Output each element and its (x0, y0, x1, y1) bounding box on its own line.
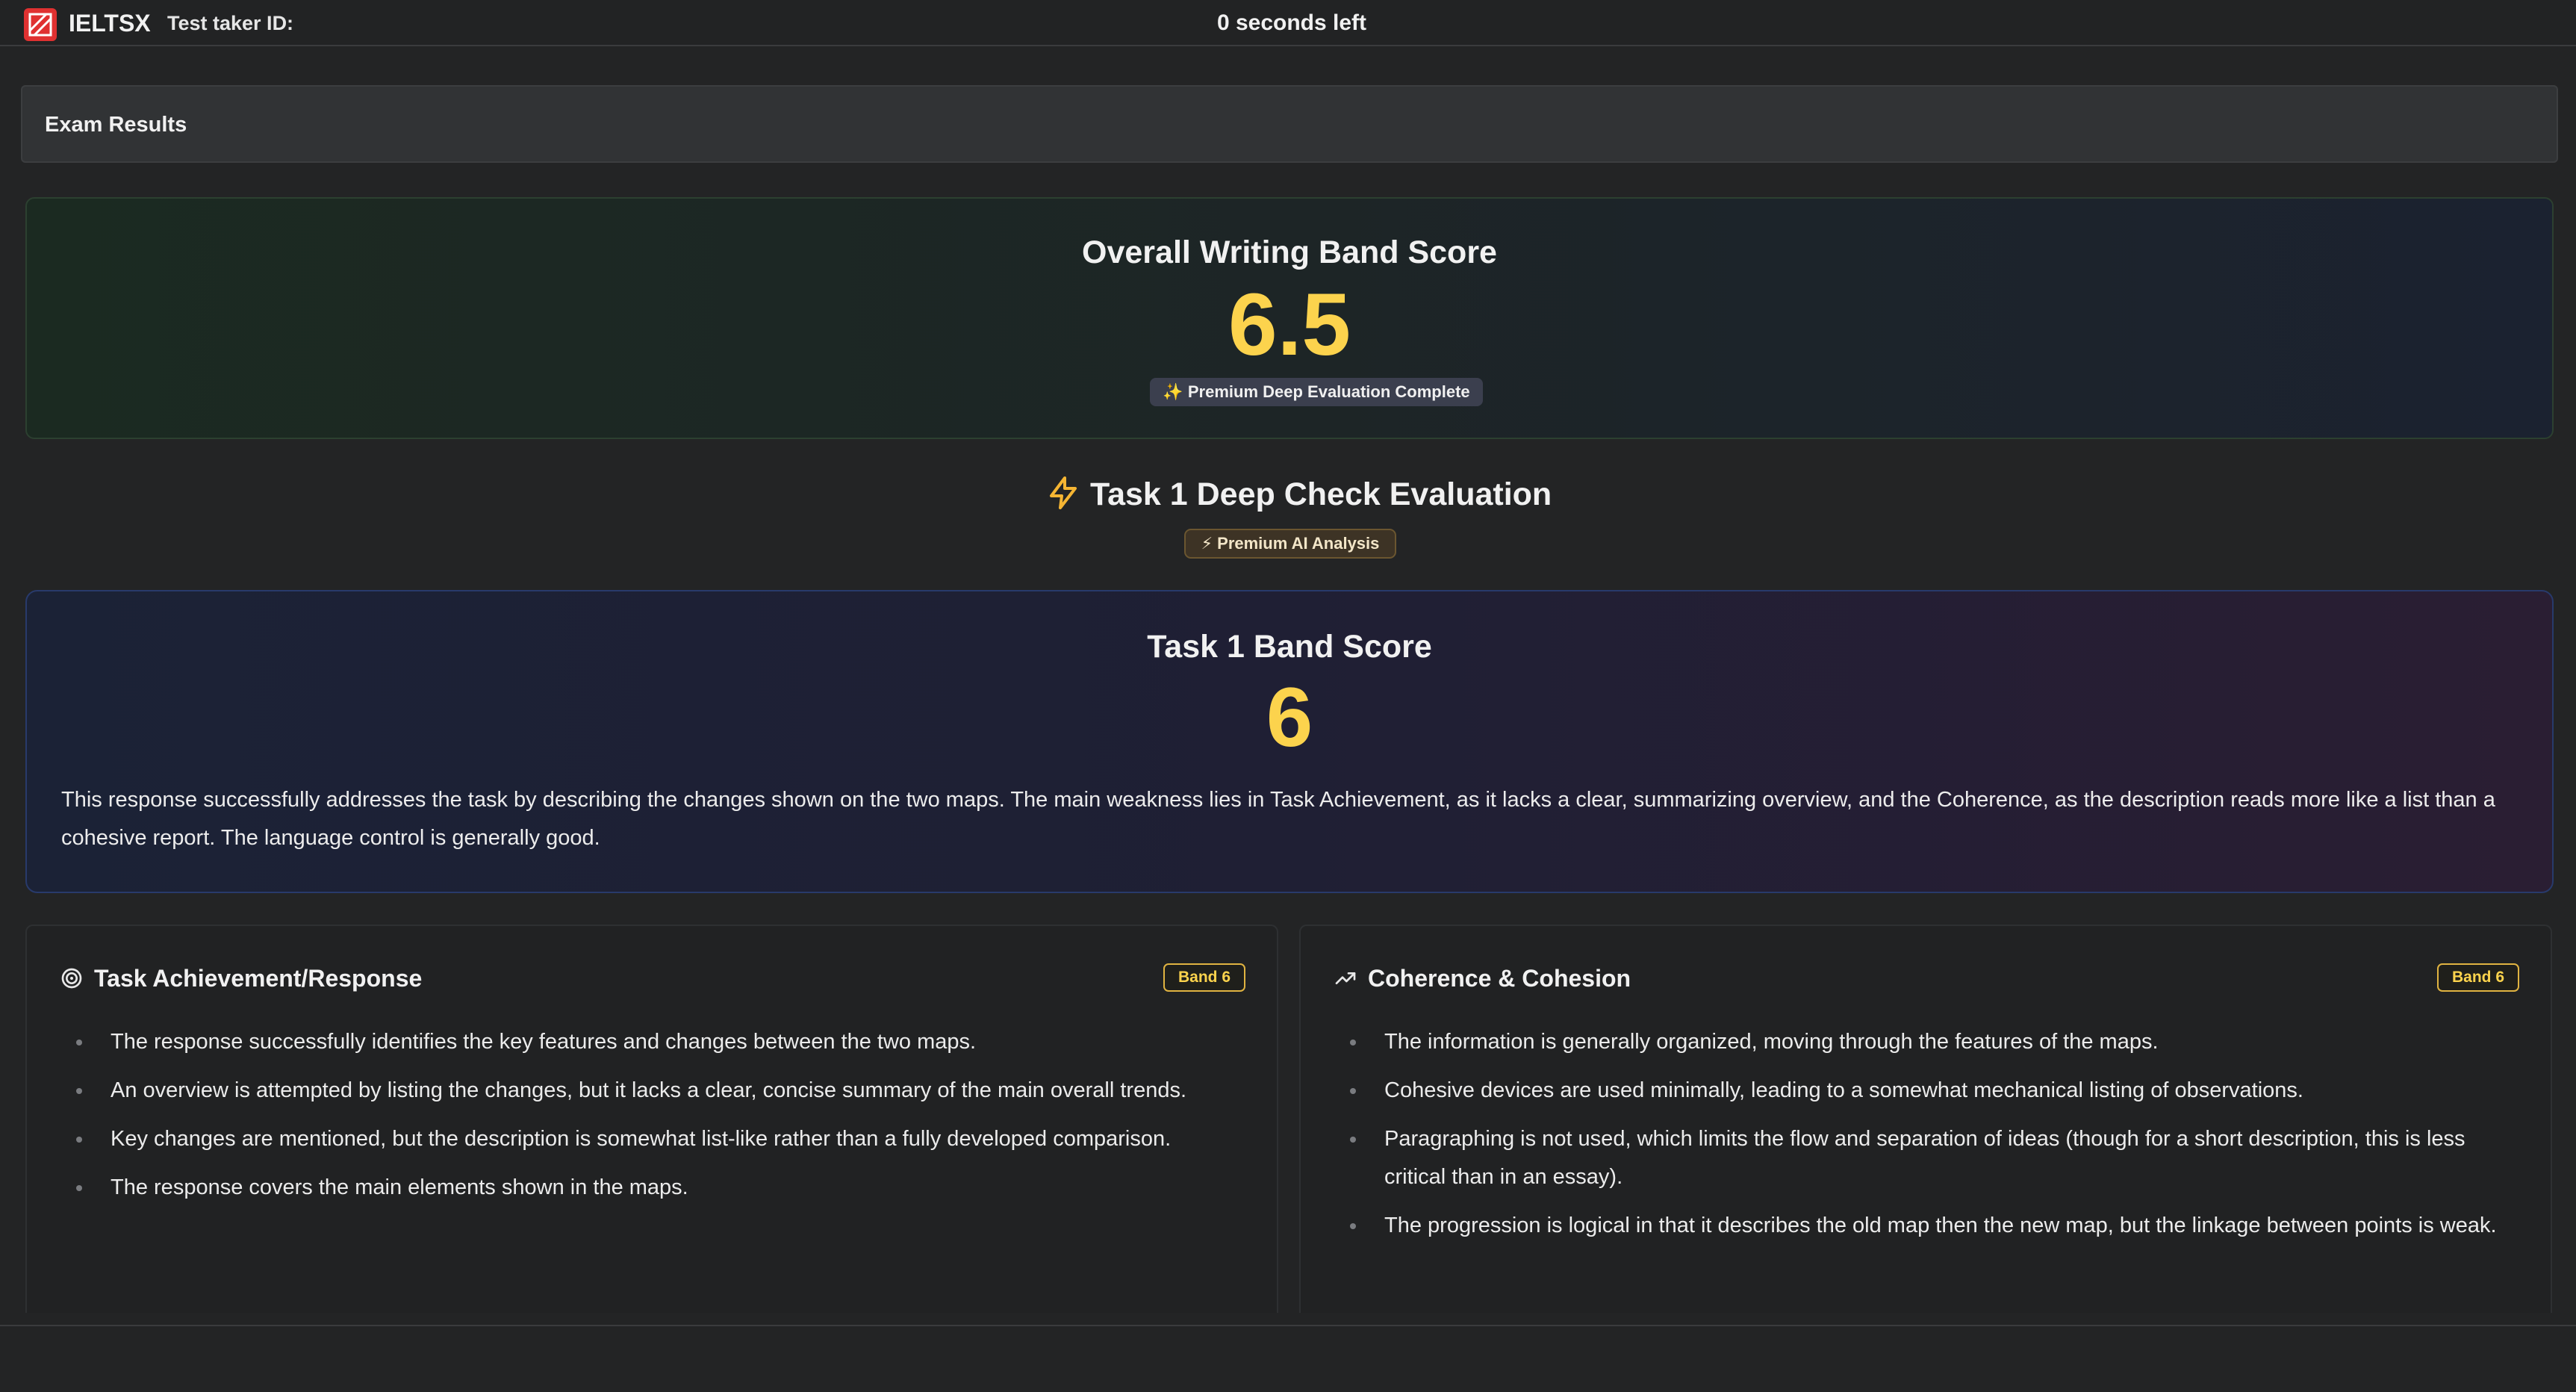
list-item: Cohesive devices are used minimally, lea… (1350, 1072, 2515, 1110)
list-item: Paragraphing is not used, which limits t… (1350, 1120, 2515, 1196)
overall-score-value: 6.5 (1228, 276, 1351, 374)
exam-results-title: Exam Results (45, 113, 187, 137)
exam-results-header: Exam Results (21, 85, 2558, 163)
overall-score-title: Overall Writing Band Score (1082, 234, 1497, 270)
task1-summary: This response successfully addresses the… (61, 788, 2495, 850)
list-item: An overview is attempted by listing the … (76, 1072, 1241, 1110)
target-icon (61, 968, 82, 989)
top-bar: IELTSX Test taker ID: 0 seconds left (0, 0, 2576, 46)
premium-evaluation-badge: ✨ Premium Deep Evaluation Complete (1150, 378, 1483, 406)
deep-check-heading: Task 1 Deep Check Evaluation (1045, 473, 1552, 515)
criterion-card-coherence: Coherence & Cohesion Band 6 The informat… (1299, 925, 2552, 1313)
list-item: The response covers the main elements sh… (76, 1169, 1241, 1207)
timer-text: 0 seconds left (1216, 10, 1367, 35)
band-badge: Band 6 (2437, 963, 2519, 992)
list-item: The progression is logical in that it de… (1350, 1207, 2515, 1245)
list-item: The response successfully identifies the… (76, 1023, 1241, 1061)
task1-score-card: Task 1 Band Score 6 This response succes… (25, 590, 2554, 893)
list-item: The information is generally organized, … (1350, 1023, 2515, 1061)
criterion-title: Coherence & Cohesion (1368, 965, 1631, 992)
test-taker-id-label: Test taker ID: (167, 12, 294, 34)
deep-check-title: Task 1 Deep Check Evaluation (1090, 476, 1552, 512)
criterion-card-task-achievement: Task Achievement/Response Band 6 The res… (25, 925, 1278, 1313)
trending-up-icon (1335, 972, 1356, 984)
task1-score-value: 6 (1266, 671, 1313, 764)
band-badge: Band 6 (1163, 963, 1245, 992)
overall-score-card: Overall Writing Band Score 6.5 ✨ Premium… (25, 197, 2554, 439)
footer-bar (0, 1325, 2576, 1392)
logo-icon (24, 8, 57, 41)
lightning-bolt-icon (1050, 476, 1077, 509)
brand-name: IELTSX (69, 10, 151, 37)
criterion-points: The information is generally organized, … (1350, 1023, 2515, 1255)
premium-ai-analysis-badge: ⚡ Premium AI Analysis (1184, 529, 1396, 559)
criterion-points: The response successfully identifies the… (76, 1023, 1241, 1217)
list-item: Key changes are mentioned, but the descr… (76, 1120, 1241, 1158)
criterion-title: Task Achievement/Response (94, 965, 423, 992)
task1-score-title: Task 1 Band Score (1147, 629, 1432, 665)
